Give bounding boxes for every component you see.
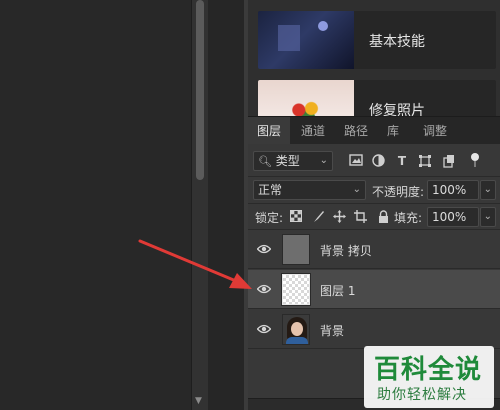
layer-kind-filter[interactable]: 🔍︎ 类型 ⌄ xyxy=(253,151,333,171)
panel-tabs: 图层 通道 路径 库 调整 xyxy=(248,116,500,145)
watermark-title: 百科全说 xyxy=(374,355,483,385)
scroll-down-icon[interactable]: ▼ xyxy=(195,396,202,406)
prevent-auto-nesting-icon[interactable] xyxy=(354,210,368,224)
tab-adjustments[interactable]: 调整 xyxy=(414,117,456,145)
tab-paths[interactable]: 路径 xyxy=(336,117,376,145)
smart-object-filter-icon[interactable] xyxy=(442,154,456,168)
fill-label: 填充: xyxy=(394,211,423,225)
layer-name[interactable]: 背景 xyxy=(320,322,344,339)
eye-icon[interactable] xyxy=(257,323,271,335)
opacity-value: 100% xyxy=(432,183,467,197)
layer-filter-row: 🔍︎ 类型 ⌄ T xyxy=(248,144,500,177)
adjustment-layer-filter-icon[interactable] xyxy=(371,154,385,168)
layer-thumbnail xyxy=(281,273,311,306)
vertical-scrollbar[interactable]: ▼ xyxy=(191,0,208,410)
watermark-subtitle: 助你轻松解决 xyxy=(377,387,467,403)
blend-row: 正常 ⌄ 不透明度: 100% ⌄ xyxy=(248,177,500,204)
layer-name[interactable]: 图层 1 xyxy=(320,282,355,299)
tab-layers[interactable]: 图层 xyxy=(248,117,290,145)
eye-icon[interactable] xyxy=(257,243,271,255)
fill-input[interactable]: 100% xyxy=(427,207,479,227)
watermark-logo: 百科全说 助你轻松解决 xyxy=(364,346,494,408)
type-layer-filter-icon[interactable]: T xyxy=(395,154,409,168)
opacity-input[interactable]: 100% xyxy=(427,180,479,200)
lock-label: 锁定: xyxy=(255,211,284,225)
lock-image-pixels-icon[interactable] xyxy=(311,210,325,224)
learn-card-repair-photo[interactable]: 修复照片 xyxy=(258,80,496,116)
eye-icon[interactable] xyxy=(257,283,271,295)
lock-row: 锁定: 填充: 100% ⌄ xyxy=(248,204,500,230)
tab-channels[interactable]: 通道 xyxy=(292,117,334,145)
lock-transparent-pixels-icon[interactable] xyxy=(289,210,303,224)
scrollbar-thumb[interactable] xyxy=(196,0,204,180)
learn-card-label: 基本技能 xyxy=(369,34,425,50)
layer-thumbnail xyxy=(282,314,310,345)
layer-row-layer-1[interactable]: 图层 1 xyxy=(248,270,500,309)
opacity-label: 不透明度: xyxy=(372,185,425,199)
filter-toggle-icon[interactable] xyxy=(468,152,482,167)
blend-mode-select[interactable]: 正常 ⌄ xyxy=(253,180,366,200)
chevron-down-icon: ⌄ xyxy=(483,211,492,222)
layer-row-background[interactable]: 背景 xyxy=(248,310,500,349)
learn-card-label: 修复照片 xyxy=(369,103,425,116)
chevron-down-icon: ⌄ xyxy=(483,184,492,195)
layer-name[interactable]: 背景 拷贝 xyxy=(320,242,372,259)
shape-layer-filter-icon[interactable] xyxy=(418,154,432,168)
tab-library[interactable]: 库 xyxy=(378,117,408,145)
chevron-down-icon: ⌄ xyxy=(352,184,361,195)
lock-all-icon[interactable] xyxy=(376,210,390,224)
fill-dropdown[interactable]: ⌄ xyxy=(480,207,496,227)
fill-value: 100% xyxy=(432,210,467,224)
search-icon: 🔍︎ xyxy=(258,155,272,168)
opacity-dropdown[interactable]: ⌄ xyxy=(480,180,496,200)
learn-panel: 基本技能 修复照片 xyxy=(248,0,500,116)
blend-mode-value: 正常 xyxy=(258,183,283,197)
layer-thumbnail xyxy=(282,234,310,265)
chevron-down-icon: ⌄ xyxy=(319,155,328,166)
layer-kind-label: 类型 xyxy=(275,154,300,168)
layer-row-background-copy[interactable]: 背景 拷贝 xyxy=(248,230,500,269)
canvas-area[interactable] xyxy=(0,0,191,410)
panel-dock-gap xyxy=(208,0,248,410)
learn-card-thumbnail xyxy=(258,11,354,69)
learn-card-thumbnail xyxy=(258,80,354,116)
pixel-layer-filter-icon[interactable] xyxy=(349,154,363,168)
learn-card-basic-skills[interactable]: 基本技能 xyxy=(258,11,496,69)
lock-position-icon[interactable] xyxy=(332,210,346,224)
